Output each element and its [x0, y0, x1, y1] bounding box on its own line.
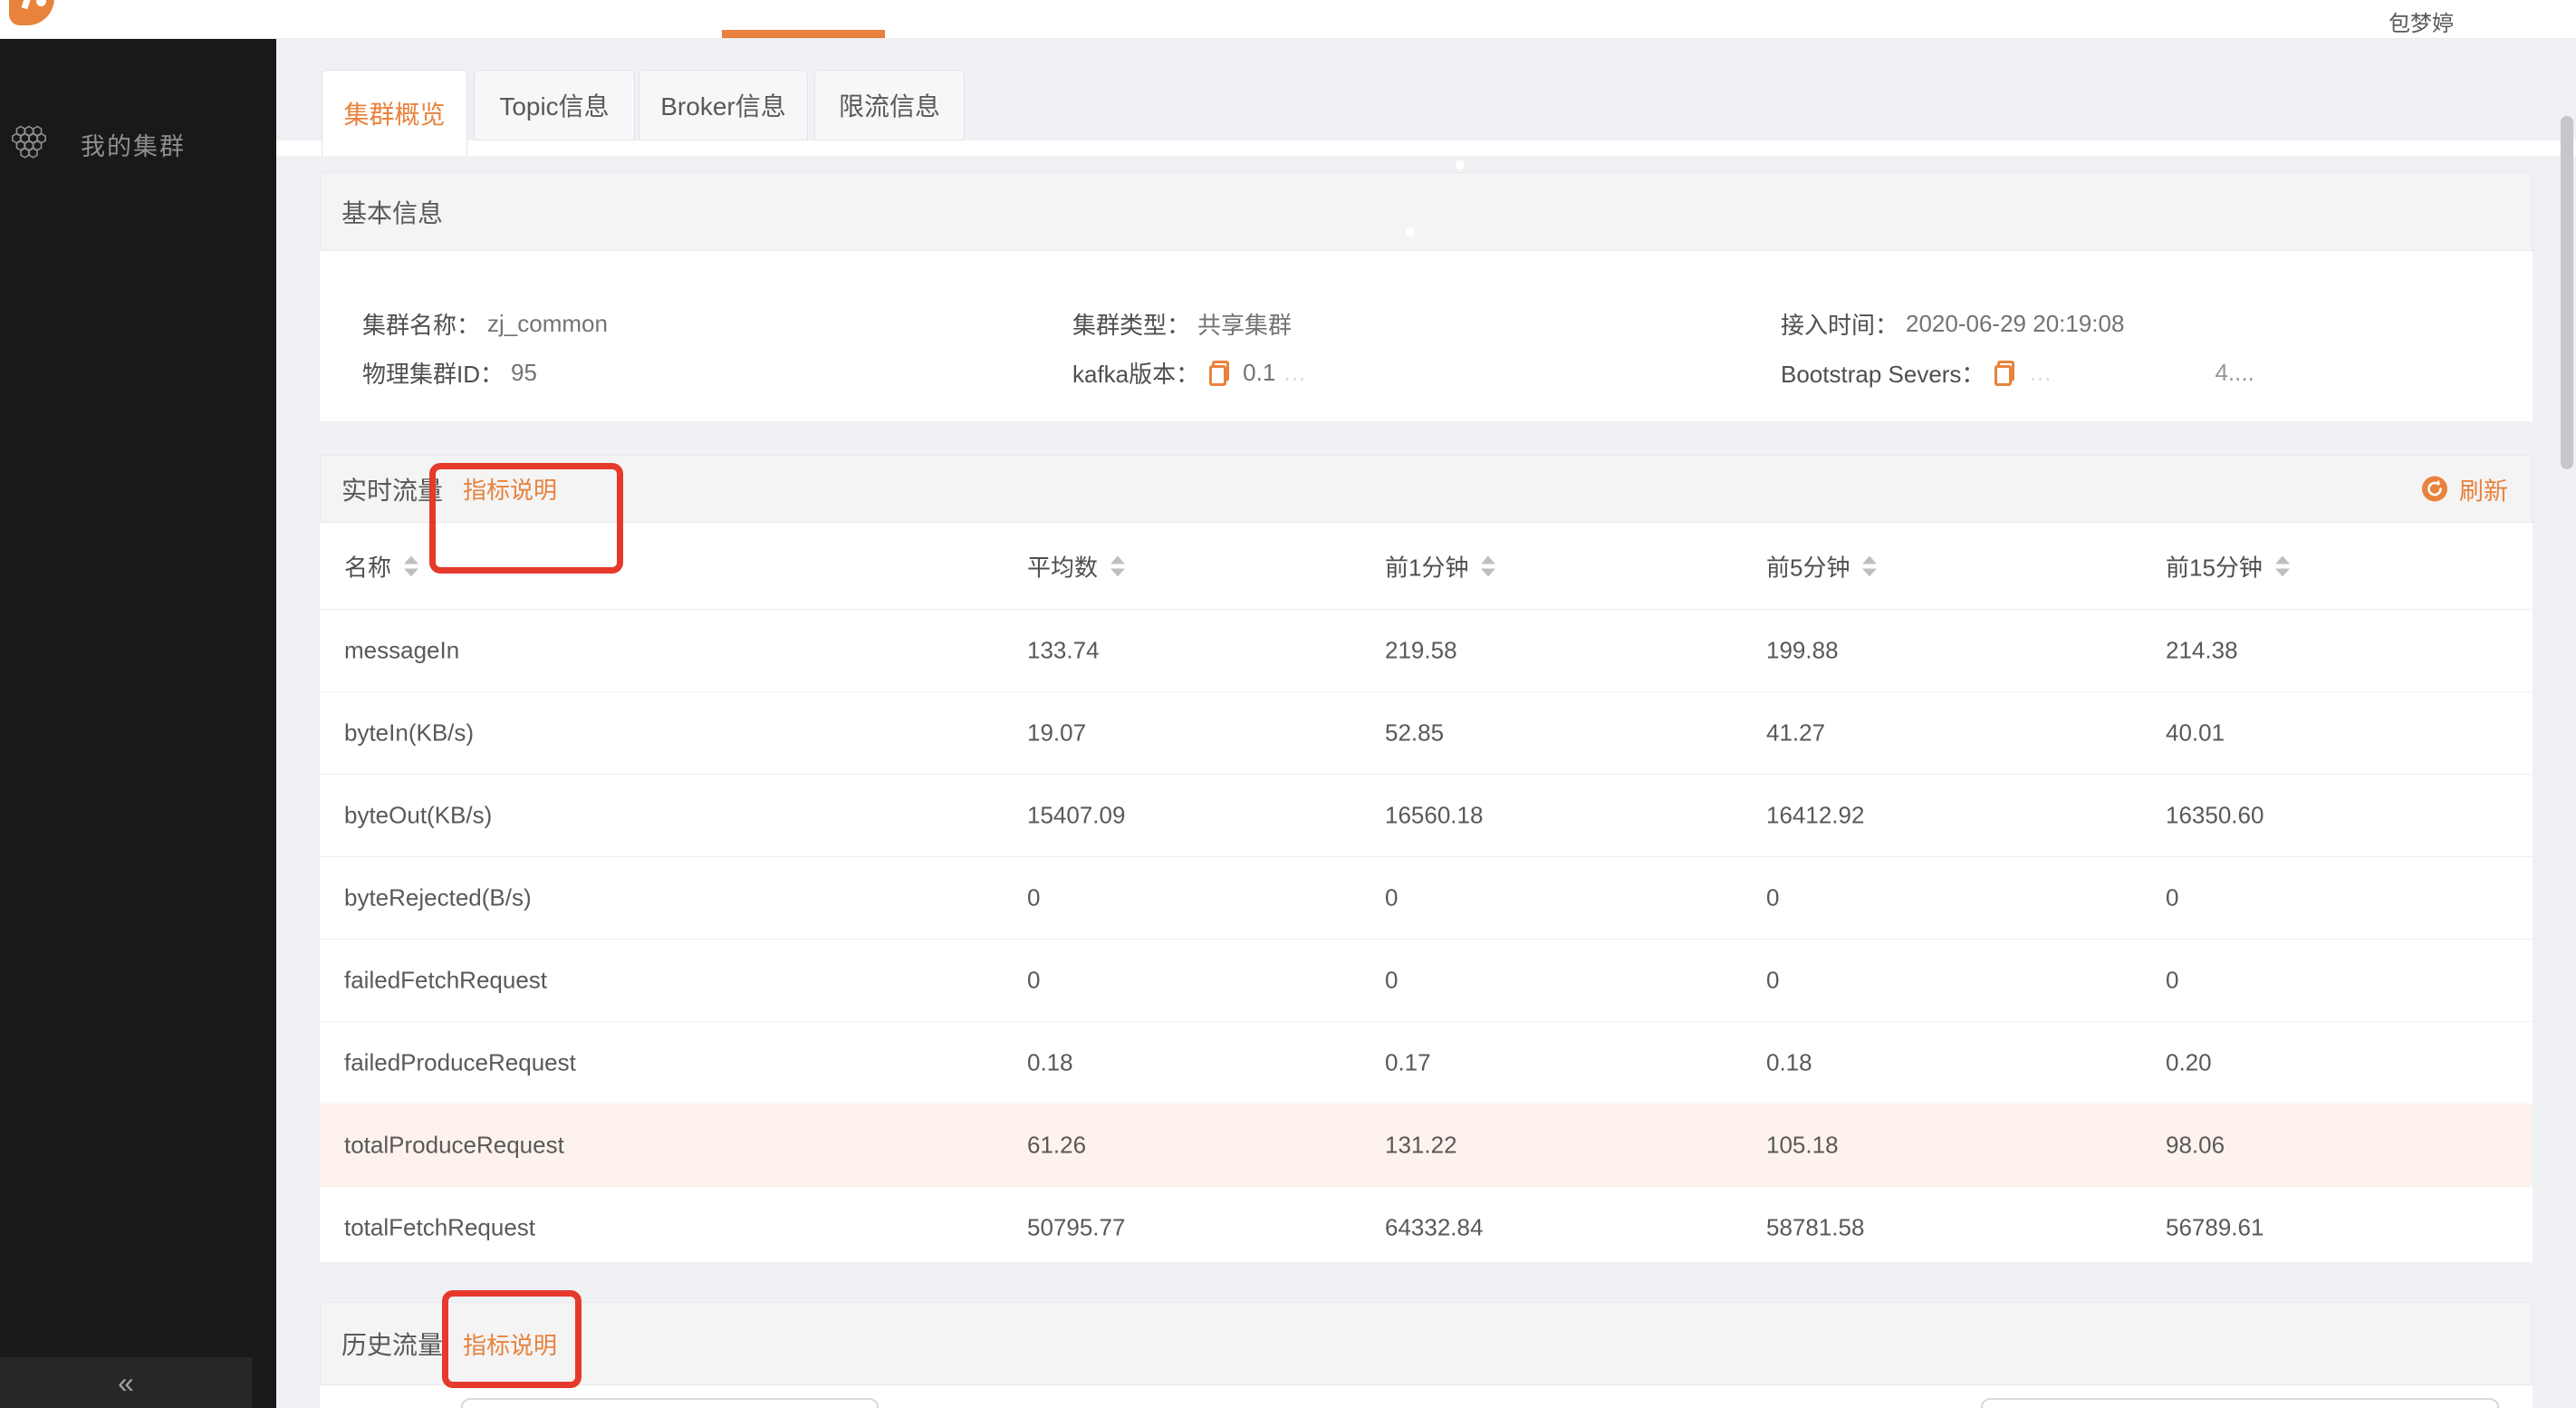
sort-carets-icon [1110, 555, 1125, 576]
table-row: byteIn(KB/s) 19.07 52.85 41.27 40.01 [320, 692, 2533, 775]
history-control-left[interactable] [461, 1398, 879, 1408]
history-traffic-header: 历史流量 指标说明 [320, 1302, 2533, 1385]
column-header-last-15min[interactable]: 前15分钟 [2166, 549, 2290, 583]
vertical-scrollbar-thumb[interactable] [2561, 116, 2573, 469]
refresh-label: 刷新 [2459, 471, 2508, 506]
table-row: totalFetchRequest 50795.77 64332.84 5878… [320, 1187, 2533, 1268]
sort-carets-icon [404, 555, 418, 576]
sidebar: 我的集群 « [0, 38, 276, 1408]
sidebar-collapse-trigger[interactable]: « [0, 1357, 252, 1408]
realtime-traffic-header: 实时流量 指标说明 刷新 [320, 455, 2533, 523]
tab-cluster-overview[interactable]: 集群概览 [322, 70, 467, 156]
sort-carets-icon [2275, 555, 2290, 576]
table-row: byteOut(KB/s) 15407.09 16560.18 16412.92… [320, 775, 2533, 857]
active-nav-indicator [722, 30, 885, 38]
decorative-dot [1406, 227, 1415, 236]
table-row: failedProduceRequest 0.18 0.17 0.18 0.20 [320, 1022, 2533, 1104]
copy-icon[interactable] [1208, 361, 1230, 386]
table-row-highlighted: totalProduceRequest 61.26 131.22 105.18 … [320, 1104, 2533, 1187]
field-physical-cluster-id: 物理集群ID： 95 [362, 356, 537, 390]
tab-content-strip [276, 140, 2576, 156]
table-row: byteRejected(B/s) 0 0 0 0 [320, 857, 2533, 940]
cluster-honeycomb-icon [8, 123, 50, 165]
realtime-traffic-title: 实时流量 [341, 471, 443, 507]
chevrons-left-icon: « [118, 1368, 134, 1397]
refresh-button[interactable]: 刷新 [2421, 471, 2508, 506]
sidebar-item-label: 我的集群 [81, 127, 186, 162]
history-traffic-title: 历史流量 [341, 1326, 443, 1362]
table-row: messageIn 133.74 219.58 199.88 214.38 [320, 610, 2533, 692]
field-kafka-version: kafka版本： 0.1 … [1072, 356, 1306, 390]
field-join-time: 接入时间： 2020-06-29 20:19:08 [1781, 307, 2124, 341]
realtime-traffic-table: 名称 平均数 前1分钟 前5分钟 前15分钟 messageIn 133. [320, 523, 2533, 1262]
user-menu[interactable]: 包梦婷 [2389, 5, 2454, 37]
tab-broker-info[interactable]: Broker信息 [639, 70, 808, 140]
tab-topic-info[interactable]: Topic信息 [474, 70, 635, 140]
field-cluster-type: 集群类型： 共享集群 [1072, 307, 1292, 341]
app-header: 包梦婷 [0, 0, 2576, 39]
annotation-box-history-metric [442, 1290, 582, 1388]
refresh-icon [2421, 476, 2448, 503]
column-header-name[interactable]: 名称 [344, 549, 418, 583]
annotation-box-realtime-metric [429, 463, 623, 574]
field-cluster-name: 集群名称： zj_common [362, 307, 608, 341]
column-header-last-5min[interactable]: 前5分钟 [1766, 549, 1877, 583]
sort-carets-icon [1862, 555, 1877, 576]
basic-info-title: 基本信息 [341, 194, 443, 230]
sidebar-item-my-clusters[interactable]: 我的集群 [0, 121, 276, 167]
basic-info-body: 集群名称： zj_common 集群类型： 共享集群 接入时间： 2020-06… [320, 251, 2533, 421]
history-control-right[interactable] [1981, 1398, 2499, 1408]
decorative-dot [1456, 160, 1465, 169]
basic-info-header: 基本信息 [320, 172, 2533, 251]
screen: 包梦婷 我的集群 « 集群概览 Topic信息 Broker信息 限流信息 基本… [0, 0, 2576, 1408]
tab-throttle-info[interactable]: 限流信息 [814, 70, 965, 140]
column-header-last-1min[interactable]: 前1分钟 [1385, 549, 1495, 583]
table-row: failedFetchRequest 0 0 0 0 [320, 940, 2533, 1022]
app-logo[interactable] [9, 0, 54, 25]
field-bootstrap-servers: Bootstrap Severs： … 4.... [1781, 356, 2254, 390]
column-header-average[interactable]: 平均数 [1027, 549, 1125, 583]
copy-icon[interactable] [1994, 361, 2015, 386]
sort-carets-icon [1481, 555, 1495, 576]
table-header-row: 名称 平均数 前1分钟 前5分钟 前15分钟 [320, 523, 2533, 610]
